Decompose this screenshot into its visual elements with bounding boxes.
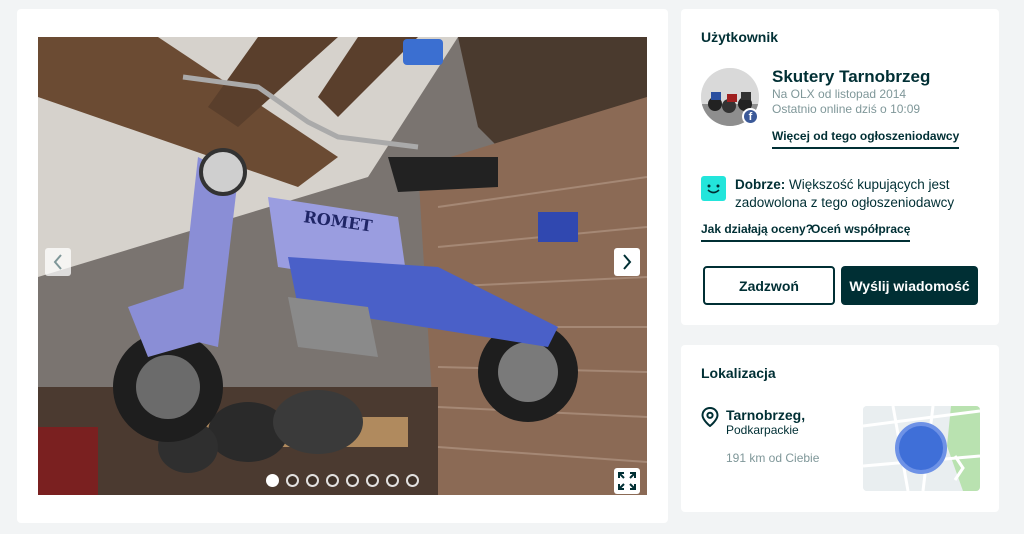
pagination-dot[interactable]: [286, 474, 299, 487]
map-image: [863, 406, 980, 491]
next-photo-button[interactable]: [614, 248, 640, 276]
pagination-dot[interactable]: [326, 474, 339, 487]
photo-pagination: [266, 474, 419, 487]
expand-icon: [618, 472, 636, 490]
location-city: Tarnobrzeg,: [726, 407, 806, 423]
location-pin-icon: [701, 407, 719, 427]
seller-name: Skutery Tarnobrzeg: [772, 67, 931, 86]
gallery-card: ROMET: [17, 9, 668, 523]
call-button[interactable]: Zadzwoń: [703, 266, 835, 305]
how-ratings-work-link[interactable]: Jak działają oceny?: [701, 222, 814, 242]
pagination-dot[interactable]: [266, 474, 279, 487]
chevron-left-icon: [53, 254, 62, 270]
facebook-icon: f: [742, 108, 759, 125]
send-message-button[interactable]: Wyślij wiadomość: [841, 266, 978, 305]
location-distance: 191 km od Ciebie: [726, 451, 820, 465]
pagination-dot[interactable]: [386, 474, 399, 487]
smile-rating-icon: [701, 176, 726, 201]
last-online: Ostatnio online dziś o 10:09: [772, 102, 921, 116]
listing-photo[interactable]: ROMET: [38, 37, 647, 495]
chevron-right-icon: [623, 254, 632, 270]
rating-text: Dobrze: Większość kupujących jest zadowo…: [735, 176, 985, 212]
more-from-seller-link[interactable]: Więcej od tego ogłoszeniodawcy: [772, 129, 960, 149]
location-region: Podkarpackie: [726, 423, 799, 437]
location-section-title: Lokalizacja: [701, 365, 776, 381]
location-card: Lokalizacja Tarnobrzeg, Podkarpackie 191…: [681, 345, 999, 512]
pagination-dot[interactable]: [366, 474, 379, 487]
rating-label: Dobrze:: [735, 177, 786, 192]
user-card: Użytkownik f Skutery Tarnobrzeg Na OLX o…: [681, 9, 999, 325]
photo-image: ROMET: [38, 37, 647, 495]
prev-photo-button[interactable]: [45, 248, 71, 276]
member-since: Na OLX od listopad 2014: [772, 87, 907, 101]
pagination-dot[interactable]: [346, 474, 359, 487]
avatar[interactable]: f: [701, 68, 759, 126]
user-section-title: Użytkownik: [701, 29, 779, 45]
pagination-dot[interactable]: [406, 474, 419, 487]
rate-cooperation-link[interactable]: Oceń współpracę: [811, 222, 911, 242]
pagination-dot[interactable]: [306, 474, 319, 487]
location-map[interactable]: [863, 406, 980, 491]
fullscreen-button[interactable]: [614, 468, 640, 494]
